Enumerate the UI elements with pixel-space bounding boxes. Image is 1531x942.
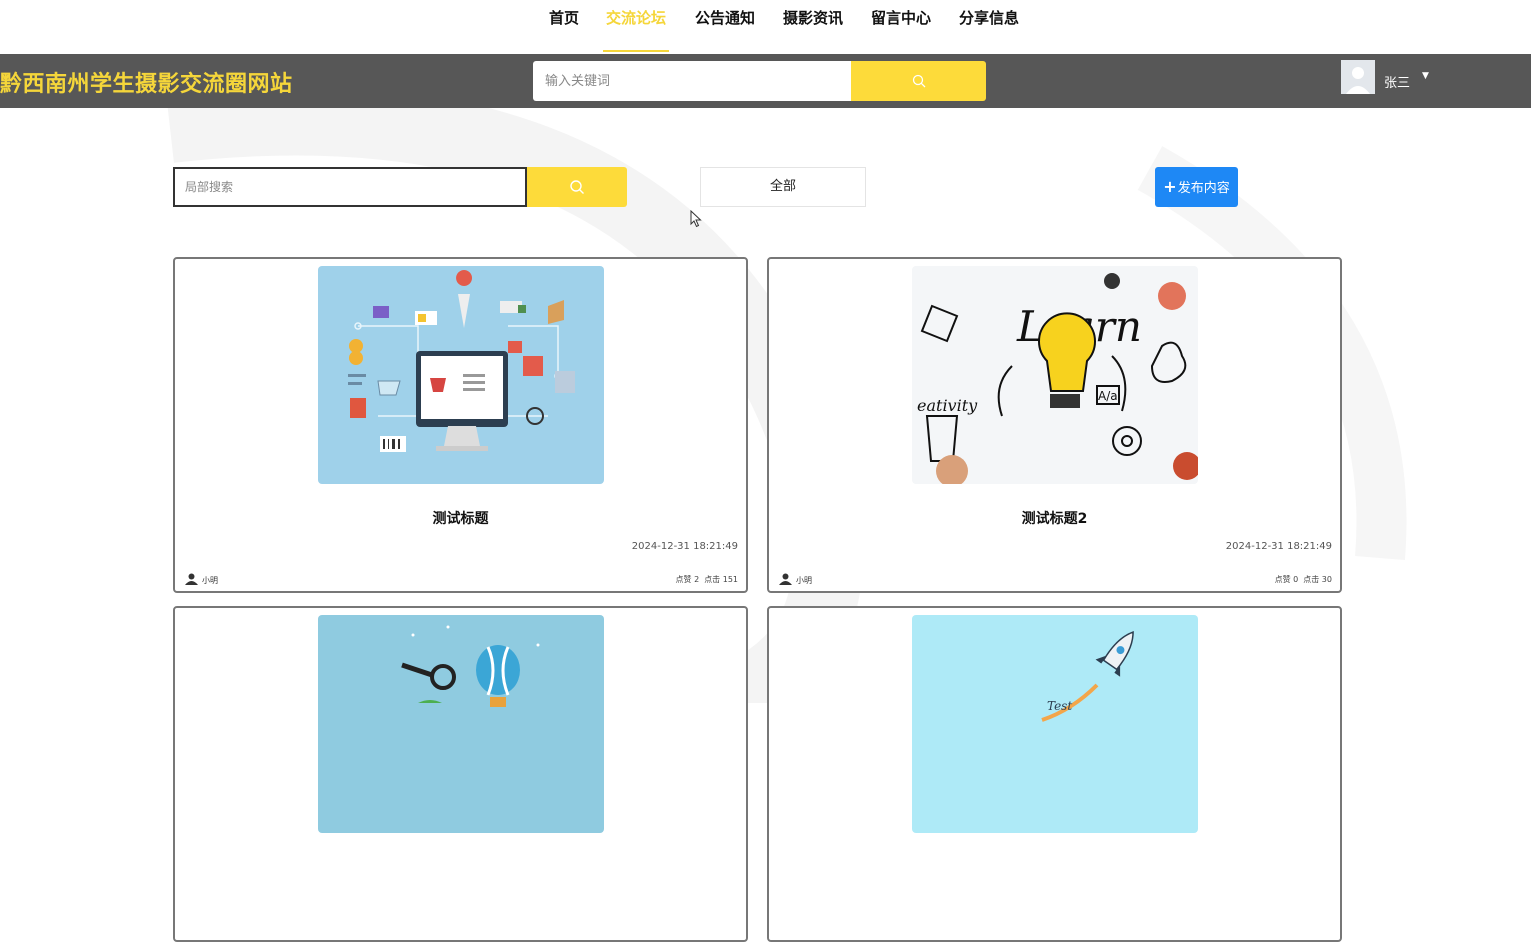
- post-author: 小明: [185, 573, 218, 586]
- publish-button[interactable]: +发布内容: [1155, 167, 1238, 207]
- post-author-name: 小明: [796, 576, 812, 585]
- top-nav: 首页 交流论坛 公告通知 摄影资讯 留言中心 分享信息: [0, 0, 1531, 54]
- svg-text:Test: Test: [1047, 699, 1072, 713]
- post-image[interactable]: [318, 266, 604, 484]
- user-icon: [779, 573, 792, 585]
- publish-label: 发布内容: [1177, 181, 1230, 196]
- post-card[interactable]: [173, 606, 748, 942]
- post-image[interactable]: Learn A/a eativity: [912, 266, 1198, 484]
- post-title[interactable]: 测试标题: [175, 508, 746, 528]
- learn-illustration: Learn A/a eativity: [912, 266, 1198, 484]
- nav-item-photo-news[interactable]: 摄影资讯: [780, 0, 846, 50]
- rocket-illustration: Test: [912, 615, 1198, 833]
- post-author-name: 小明: [202, 576, 218, 585]
- nav-item-home[interactable]: 首页: [546, 0, 582, 50]
- avatar[interactable]: [1341, 60, 1375, 94]
- post-card[interactable]: Learn A/a eativity 测试标题2 2024-12-31 18:2…: [767, 257, 1342, 593]
- nav-item-notices[interactable]: 公告通知: [692, 0, 758, 50]
- header-bar: 黔西南州学生摄影交流圈网站 张三 ▼: [0, 54, 1531, 108]
- post-image[interactable]: [318, 615, 604, 833]
- global-search-button[interactable]: [851, 61, 986, 101]
- plus-icon: +: [1163, 177, 1177, 196]
- local-search-button[interactable]: [527, 167, 627, 207]
- post-title[interactable]: 测试标题2: [769, 508, 1340, 528]
- search-icon: [570, 180, 584, 194]
- nav-item-forum[interactable]: 交流论坛: [603, 0, 669, 52]
- post-author: 小明: [779, 573, 812, 586]
- post-stats: 点赞 2 点击 151: [676, 574, 738, 585]
- category-filter-all[interactable]: 全部: [700, 167, 866, 207]
- svg-text:A/a: A/a: [1098, 389, 1118, 403]
- svg-text:eativity: eativity: [917, 396, 978, 415]
- global-search-input[interactable]: [533, 61, 851, 101]
- nav-item-share[interactable]: 分享信息: [956, 0, 1022, 50]
- mouse-cursor-icon: [690, 210, 702, 228]
- balloon-illustration: [318, 615, 604, 833]
- post-image[interactable]: Test: [912, 615, 1198, 833]
- caret-down-icon[interactable]: ▼: [1422, 71, 1429, 81]
- ecommerce-illustration: [318, 266, 604, 484]
- post-card[interactable]: Test: [767, 606, 1342, 942]
- user-name[interactable]: 张三: [1384, 72, 1410, 91]
- post-likes: 点赞 0: [1274, 575, 1299, 584]
- search-icon: [912, 74, 926, 88]
- post-card[interactable]: 测试标题 2024-12-31 18:21:49 小明 点赞 2 点击 151: [173, 257, 748, 593]
- site-title[interactable]: 黔西南州学生摄影交流圈网站: [0, 66, 293, 98]
- user-avatar-icon: [1341, 60, 1375, 94]
- user-icon: [185, 573, 198, 585]
- post-clicks: 点击 30: [1303, 575, 1332, 584]
- local-search-input[interactable]: [173, 167, 527, 207]
- post-date: 2024-12-31 18:21:49: [631, 541, 738, 552]
- post-clicks: 点击 151: [704, 575, 738, 584]
- nav-item-messages[interactable]: 留言中心: [868, 0, 934, 50]
- post-date: 2024-12-31 18:21:49: [1225, 541, 1332, 552]
- post-likes: 点赞 2: [675, 575, 700, 584]
- post-stats: 点赞 0 点击 30: [1275, 574, 1332, 585]
